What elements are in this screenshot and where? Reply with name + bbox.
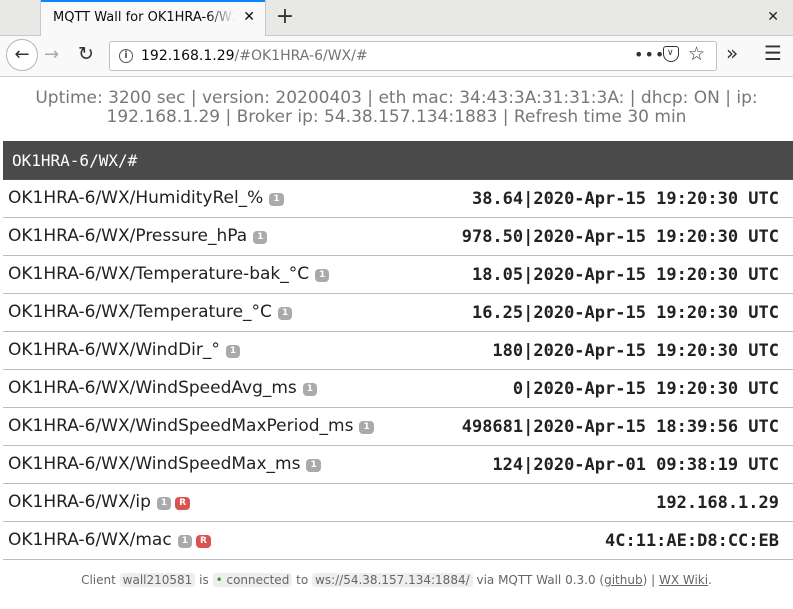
message-payload: 18.05|2020-Apr-15 19:20:30 UTC [471, 265, 779, 285]
message-payload: 978.50|2020-Apr-15 19:20:30 UTC [461, 227, 779, 247]
topic-text: OK1HRA-6/WX/WindSpeedMaxPeriod_ms [8, 416, 354, 436]
connection-state: connected [226, 573, 290, 587]
overflow-chevron-icon[interactable]: » [726, 41, 738, 65]
topic-text: OK1HRA-6/WX/Temperature_°C [8, 302, 272, 322]
count-badge: 1 [253, 231, 268, 244]
message-topic: OK1HRA-6/WX/HumidityRel_% 1 [8, 188, 284, 208]
address-bar[interactable]: i 192.168.1.29/#OK1HRA-6/WX/# ••• ∨ ☆ [109, 41, 717, 71]
is-label: is [199, 573, 209, 587]
wx-wiki-link[interactable]: WX Wiki [659, 573, 708, 587]
to-label: to [296, 573, 309, 587]
count-badge: 1 [306, 459, 321, 472]
message-row[interactable]: OK1HRA-6/WX/WindDir_° 1 180|2020-Apr-15 1… [3, 332, 793, 370]
client-label: Client [81, 573, 116, 587]
message-row[interactable]: OK1HRA-6/WX/HumidityRel_% 1 38.64|2020-Ap… [3, 180, 793, 218]
count-badge: 1 [225, 345, 241, 358]
topic-text: OK1HRA-6/WX/HumidityRel_% [8, 188, 264, 208]
topic-text: OK1HRA-6/WX/mac [8, 530, 172, 550]
topic-text: OK1HRA-6/WX/ip [8, 492, 151, 512]
message-payload: 16.25|2020-Apr-15 19:20:30 UTC [471, 303, 779, 323]
message-payload: 4C:11:AE:D8:CC:EB [605, 531, 779, 551]
count-badge: 1 [315, 269, 330, 282]
message-topic: OK1HRA-6/WX/WindSpeedMaxPeriod_ms 1 [8, 416, 374, 436]
window-close-icon[interactable]: ✕ [767, 9, 779, 25]
tab-bar: MQTT Wall for OK1HRA-6/WX/# ✕ + ✕ [0, 0, 793, 36]
github-link[interactable]: github [604, 573, 642, 587]
site-info-icon[interactable]: i [119, 49, 133, 63]
message-payload: 498681|2020-Apr-15 18:39:56 UTC [461, 417, 779, 437]
message-row[interactable]: OK1HRA-6/WX/mac 1 R 4C:11:AE:D8:CC:EB [3, 522, 793, 560]
message-row[interactable]: OK1HRA-6/WX/Temperature_°C 1 16.25|2020-A… [3, 294, 793, 332]
message-payload: 38.64|2020-Apr-15 19:20:30 UTC [471, 189, 779, 209]
topic-text: OK1HRA-6/WX/WindSpeedAvg_ms [8, 378, 297, 398]
via-text: via MQTT Wall 0.3.0 ( [476, 573, 605, 587]
page-actions-icon[interactable]: ••• [634, 45, 665, 64]
url-host: 192.168.1.29 [141, 48, 235, 64]
arrow-right-icon: → [44, 44, 60, 65]
message-row[interactable]: OK1HRA-6/WX/ip 1 R 192.168.1.29 [3, 484, 793, 522]
retained-badge: R [175, 497, 191, 510]
count-badge: 1 [302, 383, 318, 396]
pocket-icon[interactable]: ∨ [663, 46, 679, 62]
message-row[interactable]: OK1HRA-6/WX/Temperature-bak_°C 1 18.05|20… [3, 256, 793, 294]
count-badge: 1 [177, 535, 192, 548]
status-dot-icon: • [215, 573, 223, 587]
message-topic: OK1HRA-6/WX/Temperature-bak_°C 1 [8, 264, 330, 284]
topic-text: OK1HRA-6/WX/Pressure_hPa [8, 226, 248, 246]
reload-button[interactable]: ↻ [78, 43, 94, 65]
client-id: wall210581 [119, 573, 196, 587]
message-payload: 180|2020-Apr-15 19:20:30 UTC [492, 341, 779, 361]
message-topic: OK1HRA-6/WX/WindDir_° 1 [8, 340, 241, 360]
count-badge: 1 [156, 497, 172, 510]
message-topic: OK1HRA-6/WX/WindSpeedMax_ms 1 [8, 454, 321, 474]
tab-title: MQTT Wall for OK1HRA-6/WX/# [53, 10, 235, 25]
topic-text: OK1HRA-6/WX/Temperature-bak_°C [8, 264, 310, 284]
period: . [708, 573, 712, 587]
message-list: OK1HRA-6/WX/HumidityRel_% 1 38.64|2020-Ap… [3, 180, 793, 560]
topic-text: OK1HRA-6/WX/WindDir_° [8, 340, 220, 360]
reload-icon: ↻ [78, 43, 94, 65]
message-topic: OK1HRA-6/WX/Temperature_°C 1 [8, 302, 293, 322]
message-row[interactable]: OK1HRA-6/WX/Pressure_hPa 1 978.50|2020-Ap… [3, 218, 793, 256]
separator: ) | [642, 573, 656, 587]
retained-badge: R [195, 535, 211, 548]
arrow-left-icon: ← [14, 44, 30, 65]
topic-text: OK1HRA-6/WX/WindSpeedMax_ms [8, 454, 301, 474]
subscription-topic: OK1HRA-6/WX/# [12, 151, 138, 170]
hamburger-menu-icon[interactable]: ☰ [764, 41, 782, 65]
connection-status: • connected [212, 573, 293, 587]
navigation-bar: ← → ↻ i 192.168.1.29/#OK1HRA-6/WX/# ••• … [0, 36, 793, 77]
status-line: Uptime: 3200 sec | version: 20200403 | e… [35, 88, 758, 127]
back-button[interactable]: ← [6, 39, 38, 71]
count-badge: 1 [269, 193, 284, 206]
message-topic: OK1HRA-6/WX/mac 1 R [8, 530, 211, 550]
url-path: /#OK1HRA-6/WX/# [234, 48, 368, 64]
bookmark-star-icon[interactable]: ☆ [688, 43, 705, 65]
new-tab-button[interactable]: + [272, 5, 298, 31]
message-topic: OK1HRA-6/WX/Pressure_hPa 1 [8, 226, 268, 246]
footer: Client wall210581 is • connected to ws:/… [0, 573, 793, 587]
message-payload: 124|2020-Apr-01 09:38:19 UTC [492, 455, 779, 475]
message-row[interactable]: OK1HRA-6/WX/WindSpeedAvg_ms 1 0|2020-Apr-… [3, 370, 793, 408]
count-badge: 1 [277, 307, 293, 320]
message-row[interactable]: OK1HRA-6/WX/WindSpeedMax_ms 1 124|2020-Ap… [3, 446, 793, 484]
websocket-url: ws://54.38.157.134:1884/ [312, 573, 473, 587]
tab-close-icon[interactable]: ✕ [243, 9, 255, 25]
browser-tab[interactable]: MQTT Wall for OK1HRA-6/WX/# ✕ [40, 0, 266, 36]
message-topic: OK1HRA-6/WX/WindSpeedAvg_ms 1 [8, 378, 318, 398]
wall-header: OK1HRA-6/WX/# [3, 141, 793, 180]
message-payload: 192.168.1.29 [656, 493, 779, 513]
message-payload: 0|2020-Apr-15 19:20:30 UTC [512, 379, 779, 399]
forward-button[interactable]: → [44, 44, 59, 65]
message-topic: OK1HRA-6/WX/ip 1 R [8, 492, 191, 512]
message-row[interactable]: OK1HRA-6/WX/WindSpeedMaxPeriod_ms 1 49868… [3, 408, 793, 446]
count-badge: 1 [359, 421, 374, 434]
url-text[interactable]: 192.168.1.29/#OK1HRA-6/WX/# [141, 48, 368, 64]
